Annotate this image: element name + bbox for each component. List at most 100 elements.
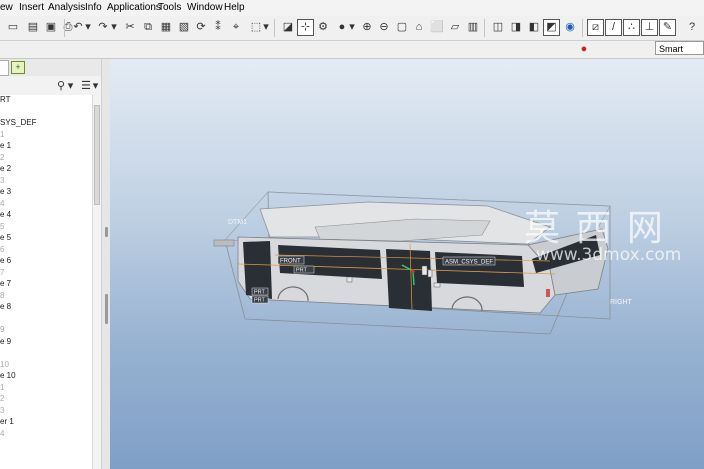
spin-center-icon[interactable]: ⊹ [297, 19, 314, 36]
new-icon[interactable]: ▭ [5, 19, 21, 35]
bounding-edge [244, 318, 551, 335]
menu-help[interactable]: Help [224, 2, 245, 13]
datum-point-icon[interactable]: ∴ [623, 19, 640, 36]
tree-item[interactable]: e 2 [0, 164, 11, 174]
regenerate-icon[interactable]: ⟳ [193, 19, 209, 35]
wireframe-icon[interactable]: ◫ [490, 19, 506, 35]
tree-item[interactable]: 10 [0, 360, 9, 370]
saved-views-icon[interactable]: ⬜ [429, 19, 445, 35]
csys-icon[interactable]: ⊥ [641, 19, 658, 36]
zoom-out-icon[interactable]: ⊖ [376, 19, 392, 35]
scrollbar-thumb[interactable] [94, 105, 100, 205]
datum-plane-icon[interactable]: ⧄ [587, 19, 604, 36]
tree-item[interactable]: 2 [0, 153, 4, 163]
secondary-toolbar: ● [0, 41, 704, 59]
part-label: PRT [254, 298, 266, 304]
tree-item[interactable]: e 8 [0, 302, 11, 312]
view-manager-icon[interactable]: ⌂ [411, 19, 427, 35]
tab-model-tree[interactable] [0, 60, 9, 76]
find-icon[interactable]: ⌖ [228, 19, 244, 35]
redo-icon[interactable]: ↷ [95, 19, 111, 35]
chevron-down-icon[interactable]: ▾ [262, 19, 270, 35]
folder-add-icon[interactable]: + [11, 61, 25, 74]
tree-scrollbar[interactable] [92, 95, 101, 469]
tree-item[interactable]: e 10 [0, 371, 16, 381]
tree-item[interactable]: RT [0, 95, 11, 105]
tree-item[interactable]: 5 [0, 222, 4, 232]
model-tree: RT SYS_DEF 1 e 12e 23e 34e 45e 56e 67e 78e … [0, 95, 92, 469]
datum-label-dtm: DTM1 [228, 219, 247, 226]
paste-icon[interactable]: ▦ [158, 19, 174, 35]
copy-icon[interactable]: ⧉ [140, 19, 156, 35]
chevron-down-icon[interactable]: ▾ [348, 19, 356, 35]
orient-icon[interactable]: ⚙ [315, 19, 331, 35]
tree-item[interactable]: e 5 [0, 233, 11, 243]
menu-info[interactable]: Info [85, 2, 102, 13]
tree-item[interactable]: 1 [0, 383, 4, 393]
tree-item[interactable]: e 1 [0, 141, 11, 151]
side-mirror [213, 239, 235, 247]
navigator-tabs: + [0, 59, 110, 77]
tree-item[interactable]: e 3 [0, 187, 11, 197]
datum-label-right: RIGHT [610, 299, 633, 306]
model-part [433, 282, 441, 288]
tree-item[interactable]: e 6 [0, 256, 11, 266]
tree-item[interactable]: 2 [0, 394, 4, 404]
splitter-grip [105, 227, 108, 237]
layers-icon[interactable]: ▱ [447, 19, 463, 35]
toolbar-separator [64, 19, 65, 37]
chevron-down-icon[interactable]: ▾ [110, 19, 118, 35]
watermark-title: 莫 西 网 [524, 208, 665, 249]
chevron-down-icon[interactable]: ▾ [67, 78, 74, 94]
splitter-grip [105, 294, 108, 324]
no-hidden-icon[interactable]: ◧ [526, 19, 542, 35]
appearance-icon[interactable]: ◉ [562, 19, 578, 35]
graphics-viewport[interactable]: DTM1 RIGHT FRONT ASM_CSYS_DEF PRT PRT PR… [110, 59, 704, 469]
tree-item[interactable]: e 7 [0, 279, 11, 289]
display-style-icon[interactable]: ▥ [465, 19, 481, 35]
context-help-icon[interactable]: ? [684, 19, 700, 35]
save-icon[interactable]: ▣ [43, 19, 59, 35]
menu-view[interactable]: ew [0, 2, 13, 13]
zoom-in-icon[interactable]: ⊕ [359, 19, 375, 35]
shaded-icon[interactable]: ◩ [543, 19, 560, 36]
menu-analysis[interactable]: Analysis [48, 2, 85, 13]
datum-axis-icon[interactable]: / [605, 19, 622, 36]
tree-item[interactable]: e 9 [0, 337, 11, 347]
tree-item[interactable]: 9 [0, 325, 4, 335]
selection-filter[interactable]: Smart [655, 41, 704, 55]
traffic-light-icon[interactable]: ● [576, 41, 592, 57]
main-toolbar: ▭ ▤ ▣ ⎙ ↶ ▾ ↷ ▾ ✂ ⧉ ▦ ▧ ⟳ ⁑ ⌖ ⬚ ▾ ◪ ⊹ ⚙ … [0, 16, 704, 41]
tree-item[interactable]: 7 [0, 268, 4, 278]
tree-item[interactable]: 8 [0, 291, 4, 301]
menu-tools[interactable]: Tools [158, 2, 181, 13]
tree-item[interactable]: 3 [0, 406, 4, 416]
tree-item[interactable]: 1 [0, 130, 4, 140]
repaint-icon[interactable]: ◪ [280, 19, 296, 35]
tree-item[interactable]: er 1 [0, 417, 14, 427]
tree-item[interactable]: 4 [0, 429, 4, 439]
paste-special-icon[interactable]: ▧ [176, 19, 192, 35]
tree-item[interactable]: SYS_DEF [0, 118, 36, 128]
tree-item[interactable]: 3 [0, 176, 4, 186]
hidden-line-icon[interactable]: ◨ [508, 19, 524, 35]
tree-item[interactable]: 6 [0, 245, 4, 255]
open-icon[interactable]: ▤ [25, 19, 41, 35]
chevron-down-icon[interactable]: ▾ [84, 19, 92, 35]
csys-label: ASM_CSYS_DEF [445, 260, 493, 266]
toolbar-separator [582, 19, 583, 37]
cut-icon[interactable]: ✂ [122, 19, 138, 35]
menu-window[interactable]: Window [187, 2, 223, 13]
model-part [346, 276, 353, 283]
tree-item[interactable]: 4 [0, 199, 4, 209]
refit-icon[interactable]: ▢ [394, 19, 410, 35]
toolbar-separator [274, 19, 275, 37]
regen-manager-icon[interactable]: ⁑ [210, 19, 226, 35]
annotation-icon[interactable]: ✎ [659, 19, 676, 36]
chevron-down-icon[interactable]: ▾ [92, 78, 99, 94]
tree-item[interactable]: e 4 [0, 210, 11, 220]
tail-light [546, 289, 550, 297]
toolbar-separator [484, 19, 485, 37]
menu-applications[interactable]: Applications [107, 2, 161, 13]
menu-insert[interactable]: Insert [19, 2, 44, 13]
